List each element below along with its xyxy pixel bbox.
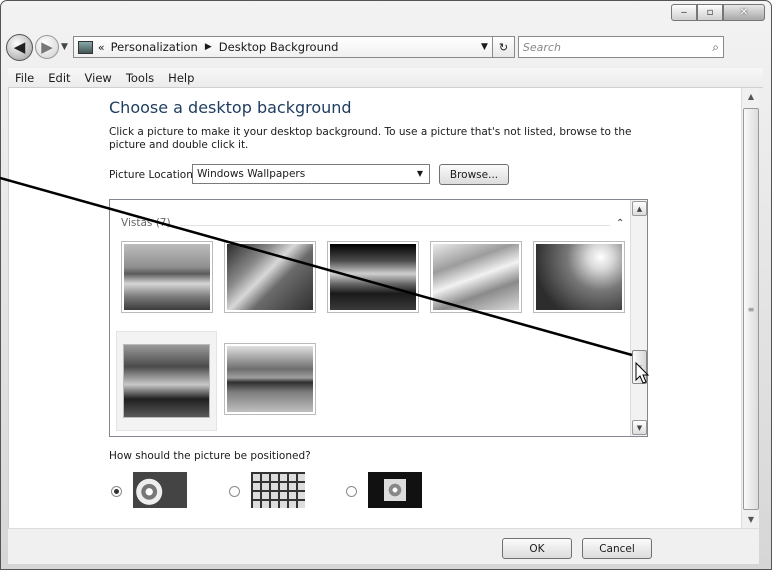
wallpaper-image xyxy=(330,244,416,310)
group-divider xyxy=(180,225,610,226)
position-center-preview[interactable] xyxy=(368,472,422,508)
wallpaper-image xyxy=(124,244,210,310)
position-fill-preview[interactable] xyxy=(133,472,187,508)
breadcrumb-separator-icon[interactable]: ▶ xyxy=(205,42,212,52)
search-icon[interactable]: ⌕ xyxy=(712,40,719,55)
search-input[interactable]: Search ⌕ xyxy=(517,36,724,58)
close-icon: ✕ xyxy=(739,7,749,18)
page-title: Choose a desktop background xyxy=(109,98,352,117)
browse-button[interactable]: Browse... xyxy=(439,164,509,185)
maximize-button[interactable]: ▫ xyxy=(697,4,723,21)
minimize-button[interactable]: ‒ xyxy=(671,4,697,21)
breadcrumb-overflow[interactable]: « xyxy=(98,41,105,54)
page-scrollbar[interactable]: ▲ ≡ ▼ xyxy=(741,88,759,528)
wallpaper-thumbnail[interactable] xyxy=(224,241,316,313)
wallpaper-thumbnail[interactable] xyxy=(430,241,522,313)
minimize-icon: ‒ xyxy=(680,7,688,18)
picture-location-value: Windows Wallpapers xyxy=(197,168,306,180)
menu-edit[interactable]: Edit xyxy=(41,71,77,85)
wallpaper-image xyxy=(227,346,313,412)
wallpaper-image xyxy=(433,244,519,310)
back-arrow-icon: ◀ xyxy=(13,38,26,56)
scroll-down-icon[interactable]: ▼ xyxy=(632,420,647,435)
position-fill-radio[interactable] xyxy=(111,486,122,497)
wallpaper-thumbnail[interactable] xyxy=(533,241,625,313)
picture-location-select[interactable]: Windows Wallpapers ▼ xyxy=(192,164,430,184)
refresh-icon: ↻ xyxy=(498,40,509,54)
navigation-bar: ◀ ▶ ▼ « Personalization ▶ Desktop Backgr… xyxy=(6,30,764,64)
breadcrumb-desktop-background[interactable]: Desktop Background xyxy=(219,40,339,54)
wallpaper-image xyxy=(123,344,210,418)
wallpaper-thumbnail[interactable] xyxy=(121,241,213,313)
wallpaper-thumbnail[interactable] xyxy=(224,343,316,415)
refresh-button[interactable]: ↻ xyxy=(492,36,515,58)
back-button[interactable]: ◀ xyxy=(6,33,33,61)
recent-pages-dropdown[interactable]: ▼ xyxy=(61,42,68,52)
page-description: Click a picture to make it your desktop … xyxy=(109,126,632,151)
close-button[interactable]: ✕ xyxy=(723,4,765,21)
forward-button[interactable]: ▶ xyxy=(35,35,59,59)
menu-tools[interactable]: Tools xyxy=(119,71,161,85)
caption-buttons: ‒ ▫ ✕ xyxy=(671,4,765,21)
content-panel: Choose a desktop background Click a pict… xyxy=(8,88,741,528)
position-tile-radio[interactable] xyxy=(229,486,240,497)
dialog-footer: OK Cancel xyxy=(8,528,759,564)
menu-help[interactable]: Help xyxy=(161,71,201,85)
wallpaper-thumbnail-selected[interactable] xyxy=(116,331,217,431)
wallpaper-image xyxy=(536,244,622,310)
menu-bar: File Edit View Tools Help xyxy=(8,68,763,88)
group-header[interactable]: Vistas (7) xyxy=(121,217,171,229)
position-center-radio[interactable] xyxy=(346,486,357,497)
chevron-down-icon: ▼ xyxy=(416,169,423,178)
center-image-inner xyxy=(384,479,406,501)
scroll-thumb[interactable]: ≡ xyxy=(632,350,647,384)
picture-location-label: Picture Location xyxy=(109,169,193,181)
position-question: How should the picture be positioned? xyxy=(109,450,311,462)
menu-view[interactable]: View xyxy=(78,71,119,85)
cancel-button[interactable]: Cancel xyxy=(582,538,652,559)
wallpaper-thumbnail[interactable] xyxy=(327,241,419,313)
breadcrumb-personalization[interactable]: Personalization xyxy=(111,40,198,54)
search-placeholder: Search xyxy=(522,40,561,54)
page-scroll-thumb[interactable]: ≡ xyxy=(743,108,759,510)
address-bar[interactable]: « Personalization ▶ Desktop Background ▼ xyxy=(72,36,493,58)
collapse-icon[interactable]: ⌃ xyxy=(616,218,624,229)
position-tile-preview[interactable] xyxy=(251,472,305,508)
control-panel-icon xyxy=(77,40,93,54)
maximize-icon: ▫ xyxy=(706,7,714,18)
page-scroll-down-icon[interactable]: ▼ xyxy=(742,511,760,528)
gallery-scrollbar[interactable]: ▲ ≡ ▼ xyxy=(630,200,647,436)
scroll-up-icon[interactable]: ▲ xyxy=(632,201,647,216)
address-dropdown-icon[interactable]: ▼ xyxy=(477,42,492,52)
wallpaper-image xyxy=(227,244,313,310)
wallpaper-gallery: Vistas (7) ⌃ ▲ ≡ ▼ xyxy=(109,199,648,437)
menu-file[interactable]: File xyxy=(8,71,41,85)
ok-button[interactable]: OK xyxy=(502,538,572,559)
forward-arrow-icon: ▶ xyxy=(41,38,53,56)
page-scroll-up-icon[interactable]: ▲ xyxy=(742,88,760,105)
